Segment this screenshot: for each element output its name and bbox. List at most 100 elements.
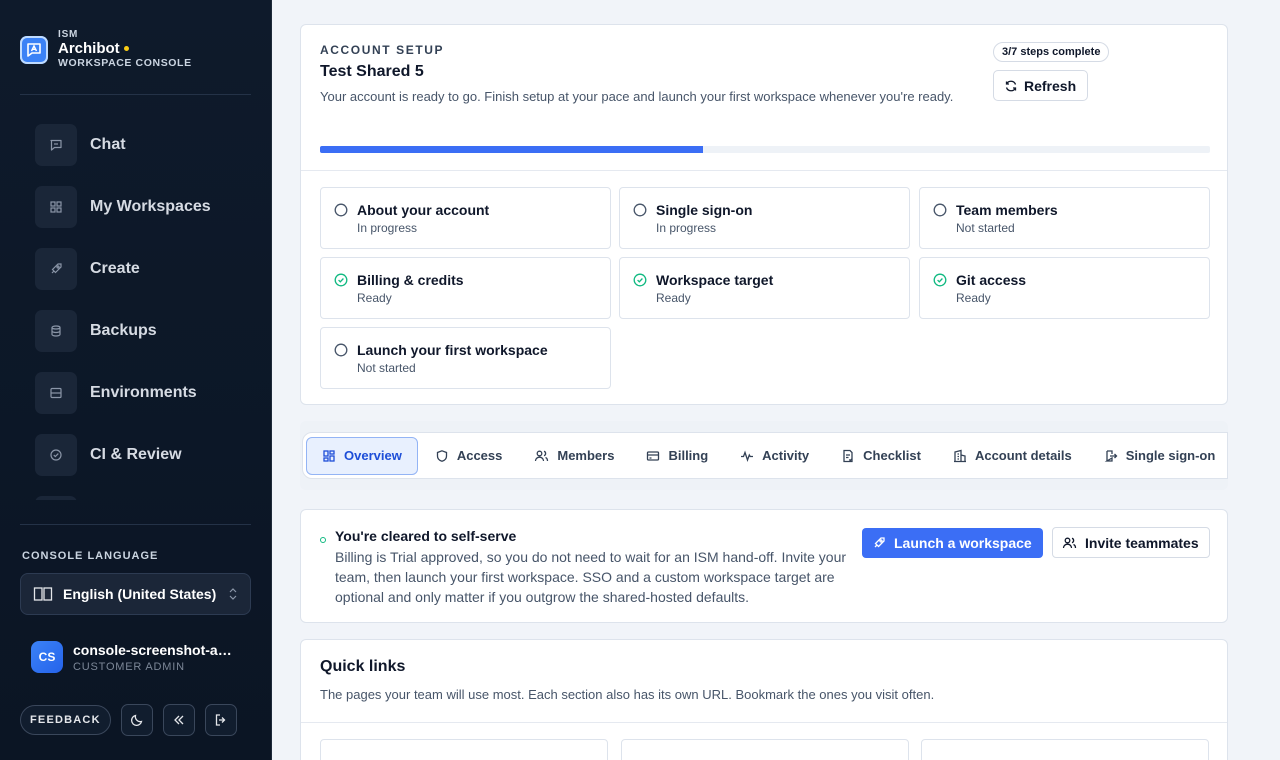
setup-step-billing[interactable]: Billing & credits Ready <box>320 257 611 319</box>
step-title: Billing & credits <box>357 272 464 288</box>
sidebar-item-create[interactable]: Create <box>20 238 251 300</box>
step-title: Git access <box>956 272 1027 288</box>
setup-step-about-account[interactable]: About your account In progress <box>320 187 611 249</box>
setup-step-launch-workspace[interactable]: Launch your first workspace Not started <box>320 327 611 389</box>
checklist-icon <box>843 449 853 462</box>
tab-overview[interactable]: Overview <box>306 436 418 475</box>
building-icon <box>953 449 966 462</box>
self-serve-title: You're cleared to self-serve <box>335 528 517 544</box>
tab-label: Activity <box>762 448 810 463</box>
logout-icon <box>215 714 226 726</box>
database-icon <box>35 310 77 352</box>
refresh-icon <box>1005 80 1017 91</box>
sidebar-divider <box>20 94 251 95</box>
status-dot <box>320 537 326 543</box>
page-title: Test Shared 5 <box>320 63 424 80</box>
check-circle-icon <box>633 273 647 287</box>
tab-billing[interactable]: Billing <box>631 437 723 475</box>
divider <box>301 170 1227 171</box>
tab-label: Billing <box>668 448 709 463</box>
book-icon <box>33 587 53 601</box>
sidebar-item-backups[interactable]: Backups <box>20 300 251 362</box>
moon-icon <box>130 714 143 727</box>
archibot-logo-icon <box>20 35 48 64</box>
sidebar-item-environments[interactable]: Environments <box>20 362 251 424</box>
theme-toggle-button[interactable] <box>120 704 153 736</box>
rocket-icon <box>35 248 77 290</box>
setup-step-team-members[interactable]: Team members Not started <box>919 187 1210 249</box>
refresh-button[interactable]: Refresh <box>993 70 1088 101</box>
grid-icon <box>35 186 77 228</box>
user-name: console-screenshot-admin <box>73 641 238 658</box>
server-icon <box>35 372 77 414</box>
step-title: Single sign-on <box>656 202 753 218</box>
tab-label: Single sign-on <box>1125 448 1216 463</box>
tab-label: Account details <box>974 448 1072 463</box>
circle-icon <box>933 203 947 217</box>
tab-access[interactable]: Access <box>420 437 518 475</box>
tab-checklist[interactable]: Checklist <box>826 437 936 475</box>
quick-link-card[interactable] <box>621 739 909 760</box>
tab-label: Overview <box>344 448 402 463</box>
setup-step-git-access[interactable]: Git access Ready <box>919 257 1210 319</box>
feedback-button[interactable]: FEEDBACK <box>20 705 111 735</box>
step-status: Ready <box>956 291 991 305</box>
brand-subtitle: WORKSPACE CONSOLE <box>58 57 192 70</box>
launch-workspace-label: Launch a workspace <box>894 535 1032 551</box>
tab-label: Checklist <box>863 448 921 463</box>
quick-link-card[interactable] <box>320 739 608 760</box>
sidebar-item-more[interactable] <box>20 486 251 500</box>
users-icon <box>535 450 549 461</box>
circle-icon <box>633 203 647 217</box>
tab-account-details[interactable]: Account details <box>938 437 1087 475</box>
user-profile[interactable]: CS console-screenshot-admin CUSTOMER ADM… <box>31 641 238 673</box>
invite-teammates-button[interactable]: Invite teammates <box>1052 527 1210 558</box>
tab-bar-wrapper: Overview Access Members Billing Activity… <box>300 421 1228 490</box>
step-title: Team members <box>956 202 1058 218</box>
more-icon <box>35 496 77 500</box>
brand[interactable]: ISM Archibot WORKSPACE CONSOLE <box>20 29 192 70</box>
tab-activity[interactable]: Activity <box>725 437 824 475</box>
chat-icon <box>35 124 77 166</box>
shield-icon <box>436 449 447 462</box>
refresh-label: Refresh <box>1024 77 1077 94</box>
step-title: About your account <box>357 202 490 218</box>
quick-links-title: Quick links <box>320 658 406 675</box>
language-title: CONSOLE LANGUAGE <box>22 550 159 562</box>
language-select[interactable]: English (United States) <box>20 573 251 615</box>
setup-kicker: ACCOUNT SETUP <box>320 43 445 57</box>
step-title: Workspace target <box>656 272 774 288</box>
steps-badge: 3/7 steps complete <box>993 42 1110 62</box>
invite-teammates-label: Invite teammates <box>1085 534 1199 551</box>
sidebar-item-label: Chat <box>90 136 126 153</box>
sidebar-item-label: Create <box>90 260 140 277</box>
sidebar: ISM Archibot WORKSPACE CONSOLE Chat My W… <box>0 0 272 760</box>
quick-links-description: The pages your team will use most. Each … <box>320 687 935 702</box>
sidebar-item-ci-review[interactable]: CI & Review <box>20 424 251 486</box>
sidebar-item-label: Backups <box>90 322 157 339</box>
setup-step-workspace-target[interactable]: Workspace target Ready <box>619 257 910 319</box>
login-icon <box>1104 449 1118 462</box>
brand-kicker: ISM <box>58 29 79 40</box>
setup-step-sso[interactable]: Single sign-on In progress <box>619 187 910 249</box>
chevrons-left-icon <box>173 715 184 725</box>
pulse-icon <box>741 450 754 462</box>
step-status: Not started <box>357 361 416 375</box>
sidebar-item-label: My Workspaces <box>90 198 211 215</box>
tab-bar: Overview Access Members Billing Activity… <box>302 432 1228 479</box>
sidebar-item-label: CI & Review <box>90 446 182 463</box>
check-circle-icon <box>933 273 947 287</box>
language-value: English (United States) <box>63 586 217 602</box>
logout-button[interactable] <box>204 704 237 736</box>
collapse-sidebar-button[interactable] <box>162 704 195 736</box>
sidebar-item-chat[interactable]: Chat <box>20 114 251 176</box>
main-content: ACCOUNT SETUP Test Shared 5 Your account… <box>272 0 1280 760</box>
quick-link-card[interactable] <box>921 739 1209 760</box>
sidebar-item-my-workspaces[interactable]: My Workspaces <box>20 176 251 238</box>
circle-icon <box>334 203 348 217</box>
tab-members[interactable]: Members <box>519 437 629 475</box>
step-status: In progress <box>656 221 717 235</box>
check-circle-icon <box>35 434 77 476</box>
launch-workspace-button[interactable]: Launch a workspace <box>862 528 1043 558</box>
tab-single-sign-on[interactable]: Single sign-on <box>1089 437 1227 475</box>
